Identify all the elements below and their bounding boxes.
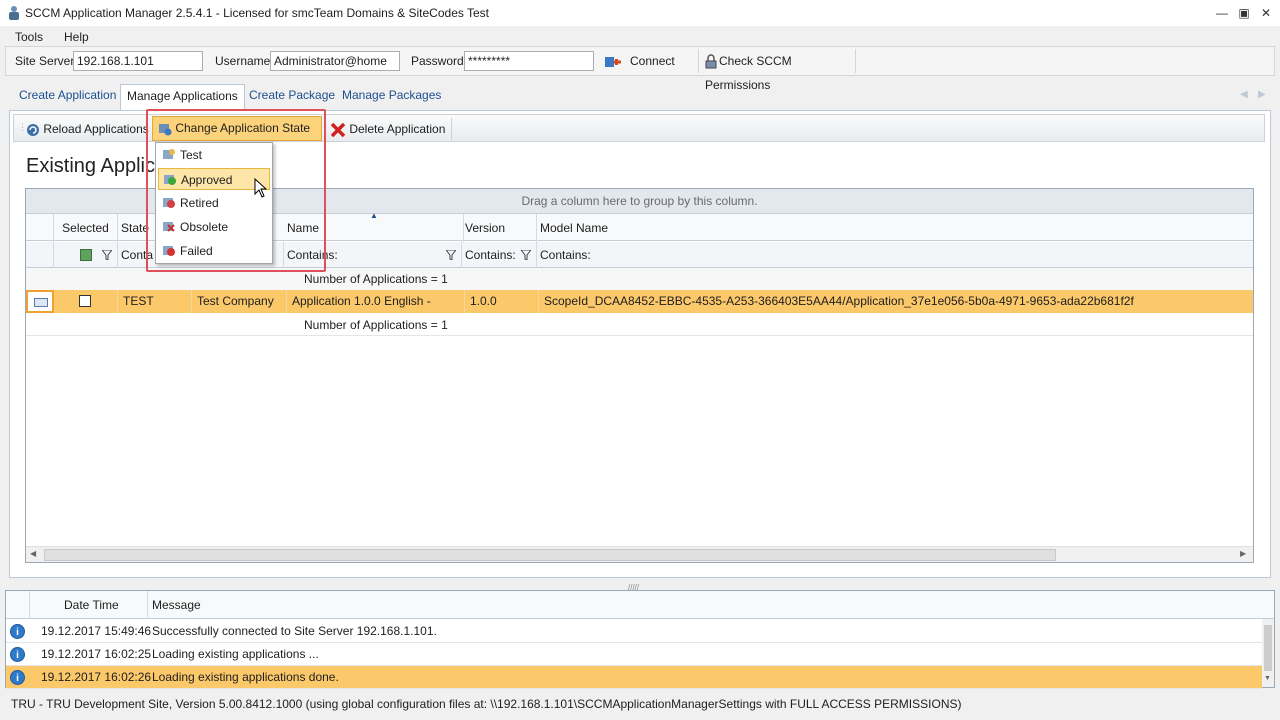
tab-manage-packages[interactable]: Manage Packages	[336, 84, 447, 108]
site-server-input[interactable]: 192.168.1.101	[73, 51, 203, 71]
connect-button[interactable]: Connect	[598, 49, 681, 73]
tab-scroll-right-icon[interactable]: ▶	[1258, 89, 1266, 100]
log-message: Successfully connected to Site Server 19…	[152, 624, 437, 638]
row-indicator-header	[26, 214, 54, 242]
username-input[interactable]: Administrator@home	[270, 51, 400, 71]
filter-icon[interactable]	[521, 250, 531, 260]
info-icon: i	[10, 647, 25, 662]
log-indicator-header	[6, 591, 30, 619]
state-cell: TEST	[118, 290, 192, 313]
reload-icon	[27, 123, 39, 136]
log-message: Loading existing applications done.	[152, 670, 339, 684]
scroll-down-icon[interactable]: ▼	[1264, 675, 1271, 682]
log-vertical-scrollbar[interactable]: ▼	[1262, 619, 1274, 687]
log-datetime: 19.12.2017 16:02:25	[41, 647, 152, 661]
maximize-button[interactable]: ▣	[1234, 4, 1254, 22]
column-header-model-name[interactable]: Model Name	[537, 214, 1253, 242]
title-bar: SCCM Application Manager 2.5.4.1 - Licen…	[0, 0, 1280, 26]
filter-selected-cell[interactable]	[54, 242, 118, 268]
reload-applications-button[interactable]: Reload Applications	[26, 118, 149, 140]
row-indicator[interactable]	[26, 290, 54, 313]
column-header-state[interactable]: State	[118, 214, 149, 242]
filter-row-indicator	[26, 242, 54, 268]
column-header-selected[interactable]: Selected	[54, 214, 118, 242]
tab-create-package[interactable]: Create Package	[243, 84, 341, 108]
info-icon: i	[10, 624, 25, 639]
scroll-right-icon[interactable]: ▶	[1240, 549, 1246, 558]
menu-bar: Tools Help	[0, 26, 1280, 46]
menu-tools[interactable]: Tools	[11, 29, 47, 45]
password-label: Password	[411, 54, 464, 68]
check-permissions-button[interactable]: Check SCCM Permissions	[698, 49, 856, 92]
log-row[interactable]: i 19.12.2017 15:49:46 Successfully conne…	[6, 620, 1262, 643]
version-cell: 1.0.0	[465, 290, 539, 313]
log-row[interactable]: i 19.12.2017 16:02:25 Loading existing a…	[6, 643, 1262, 666]
scrollbar-thumb[interactable]	[44, 549, 1056, 561]
log-datetime: 19.12.2017 15:49:46	[41, 624, 152, 638]
connect-icon	[605, 56, 621, 67]
check-permissions-label: Check SCCM Permissions	[705, 54, 792, 92]
delete-application-label: Delete Application	[349, 122, 446, 136]
log-panel: Date Time Message i 19.12.2017 15:49:46 …	[5, 590, 1275, 689]
log-column-message[interactable]: Message	[147, 591, 201, 619]
window-title: SCCM Application Manager 2.5.4.1 - Licen…	[25, 6, 489, 20]
info-icon: i	[10, 670, 25, 685]
filter-icon[interactable]	[102, 250, 112, 260]
tab-scroll-left-icon[interactable]: ◀	[1240, 89, 1248, 100]
delete-icon	[330, 122, 346, 138]
highlight-frame	[146, 109, 326, 272]
filter-checkbox-icon[interactable]	[80, 249, 92, 261]
name-cell: Application 1.0.0 English - (TEST)	[287, 290, 465, 331]
table-row[interactable]: TEST Test Company Application 1.0.0 Engl…	[26, 290, 1253, 331]
splitter-grip-icon[interactable]: /////	[628, 583, 648, 592]
sort-ascending-icon: ▲	[370, 211, 378, 220]
username-label: Username	[215, 54, 271, 68]
column-header-version[interactable]: Version	[462, 214, 537, 242]
log-row[interactable]: i 19.12.2017 16:02:26 Loading existing a…	[6, 666, 1262, 689]
log-header-row: Date Time Message	[6, 591, 1274, 619]
horizontal-scrollbar[interactable]: ◀ ▶	[26, 546, 1253, 562]
menu-help[interactable]: Help	[60, 29, 93, 45]
log-column-datetime[interactable]: Date Time	[64, 598, 119, 612]
connect-label: Connect	[630, 54, 675, 68]
site-server-label: Site Server	[15, 54, 75, 68]
filter-version-text: Contains:	[465, 248, 516, 262]
filter-version-cell[interactable]: Contains:	[462, 242, 537, 268]
selected-cell[interactable]	[54, 290, 118, 313]
log-message: Loading existing applications ...	[152, 647, 319, 661]
tab-manage-applications[interactable]: Manage Applications	[120, 84, 245, 111]
publisher-cell: Test Company	[192, 290, 287, 313]
filter-icon[interactable]	[446, 250, 456, 260]
selected-checkbox[interactable]	[79, 295, 91, 307]
group-footer-row: Number of Applications = 1	[26, 314, 1253, 336]
password-input[interactable]: *********	[464, 51, 594, 71]
app-icon	[9, 6, 19, 20]
minimize-button[interactable]: —	[1212, 4, 1232, 22]
reload-applications-label: Reload Applications	[43, 122, 149, 136]
model-name-cell: ScopeId_DCAA8452-EBBC-4535-A253-366403E5…	[544, 294, 1134, 308]
delete-application-button[interactable]: Delete Application	[330, 118, 453, 140]
tab-create-application[interactable]: Create Application	[13, 84, 122, 108]
log-datetime: 19.12.2017 16:02:26	[41, 670, 152, 684]
row-edit-icon	[34, 298, 48, 307]
close-button[interactable]: ✕	[1256, 4, 1276, 22]
scroll-left-icon[interactable]: ◀	[30, 549, 36, 558]
connection-bar: Site Server 192.168.1.101 Username Admin…	[5, 46, 1275, 92]
filter-model-name-cell[interactable]: Contains:	[537, 242, 1253, 268]
mouse-cursor-icon	[254, 178, 268, 198]
log-scrollbar-thumb[interactable]	[1264, 625, 1272, 671]
status-bar: TRU - TRU Development Site, Version 5.00…	[0, 692, 1280, 720]
lock-icon	[705, 54, 717, 69]
